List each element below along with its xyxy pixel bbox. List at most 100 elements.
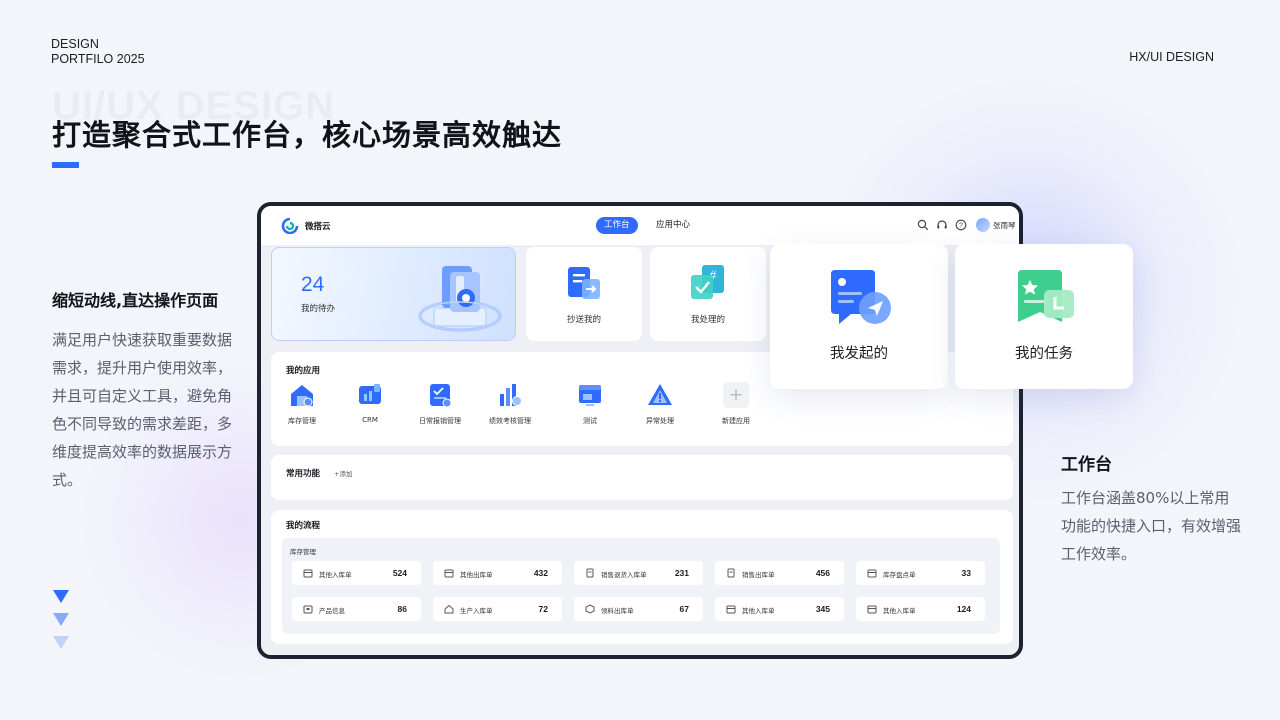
test-screen-icon (579, 385, 601, 406)
stocktake-icon (867, 569, 877, 578)
left-feature-heading: 缩短动线,直达操作页面 (52, 291, 219, 310)
app-create-new[interactable]: + 新建应用 (701, 382, 771, 426)
initiated-by-me-card[interactable]: 我发起的 (770, 244, 948, 389)
flow-item-count: 86 (397, 604, 407, 614)
add-function-link[interactable]: +添加 (334, 468, 352, 478)
crm-icon (359, 384, 381, 404)
send-message-icon (831, 270, 891, 324)
user-name[interactable]: 张雨琴 (993, 220, 1016, 231)
flow-item[interactable]: 其他出库单 432 (433, 561, 562, 585)
flow-item-label: 其他入库单 (319, 571, 352, 579)
logo-icon (281, 218, 299, 234)
todo-illustration-icon (418, 266, 502, 332)
headset-icon[interactable] (936, 219, 948, 231)
common-functions-title: 常用功能 (286, 469, 321, 479)
app-crm[interactable]: CRM (335, 382, 405, 424)
flow-item-count: 345 (815, 604, 830, 614)
flow-item[interactable]: 销售退货入库单 231 (574, 561, 703, 585)
app-inventory[interactable]: 库存管理 (267, 382, 337, 426)
flow-item-count: 72 (538, 604, 548, 614)
flow-item-label: 其他入库单 (742, 607, 775, 615)
warning-icon (648, 384, 672, 405)
avatar[interactable] (976, 218, 990, 232)
search-icon[interactable] (917, 219, 929, 231)
todo-label: 我的待办 (301, 304, 336, 314)
app-reimbursement[interactable]: 日常报销管理 (405, 382, 475, 426)
production-in-icon (444, 604, 454, 614)
app-test[interactable]: 测试 (555, 382, 625, 426)
brand-line-1: DESIGN (51, 37, 99, 51)
flow-item-count: 231 (674, 568, 689, 578)
right-feature-heading: 工作台 (1061, 455, 1112, 475)
app-label: 日常报销管理 (419, 417, 461, 425)
initiated-by-me-label: 我发起的 (830, 346, 888, 362)
flow-item[interactable]: 其他入库单 124 (856, 597, 985, 621)
flow-item-count: 33 (961, 568, 971, 578)
flow-item-count: 67 (679, 604, 689, 614)
flow-item-count: 456 (815, 568, 830, 578)
my-apps-title: 我的应用 (286, 366, 321, 376)
cc-to-me-card[interactable]: 抄送我的 (526, 247, 642, 341)
arrow-down-icon (53, 613, 69, 626)
my-tasks-label: 我的任务 (1015, 346, 1073, 362)
app-label: CRM (362, 416, 378, 424)
app-label: 新建应用 (722, 417, 750, 425)
app-list: 库存管理 CRM 日常报销管理 绩效考核管理 测试 异常处理 + 新建应用 (271, 382, 1013, 432)
warehouse-icon (291, 385, 313, 407)
performance-chart-icon (500, 384, 522, 406)
app-label: 绩效考核管理 (489, 417, 531, 425)
tab-app-center[interactable]: 应用中心 (648, 217, 698, 234)
flow-item-count: 124 (956, 604, 971, 614)
flow-item[interactable]: 产品信息 86 (292, 597, 421, 621)
inbound-icon (303, 569, 313, 578)
flow-item-label: 销售退货入库单 (601, 571, 647, 579)
flow-item-label: 销售出库单 (742, 571, 775, 579)
title-accent-bar (52, 162, 79, 168)
app-label: 异常处理 (646, 417, 674, 425)
flow-item[interactable]: 其他入库单 345 (715, 597, 844, 621)
flow-item[interactable]: 生产入库单 72 (433, 597, 562, 621)
designer-brand: HX/UI DESIGN (1129, 50, 1214, 64)
page-title: 打造聚合式工作台，核心场景高效触达 (52, 118, 563, 152)
tab-workbench[interactable]: 工作台 (596, 217, 638, 234)
processed-check-icon: # (691, 265, 724, 299)
todo-count: 24 (301, 273, 325, 296)
flow-item-label: 领料出库单 (601, 607, 634, 615)
flow-item-label: 其他入库单 (883, 607, 916, 615)
flow-item-label: 生产入库单 (460, 607, 493, 615)
cc-to-me-label: 抄送我的 (566, 315, 601, 325)
flow-group-container: 库存管理 其他入库单 524 其他出库单 432 销售退货入库单 231 销售出… (282, 538, 1000, 634)
inbound-icon (726, 605, 736, 614)
flow-item[interactable]: 库存盘点单 33 (856, 561, 985, 585)
arrow-down-icon (53, 590, 69, 603)
outbound-icon (444, 569, 454, 578)
flow-item[interactable]: 销售出库单 456 (715, 561, 844, 585)
product-info-icon (303, 605, 313, 614)
flow-item-count: 432 (533, 568, 548, 578)
left-feature-description: 满足用户快速获取重要数据需求，提升用户使用效率，并且可自定义工具，避免角色不同导… (52, 331, 233, 489)
processed-by-me-card[interactable]: # 我处理的 (650, 247, 766, 341)
flow-item[interactable]: 其他入库单 524 (292, 561, 421, 585)
my-tasks-card[interactable]: 我的任务 (955, 244, 1133, 389)
app-exception[interactable]: 异常处理 (625, 382, 695, 426)
brand-line-2: PORTFILO 2025 (51, 52, 145, 66)
my-flows-panel: 我的流程 库存管理 其他入库单 524 其他出库单 432 销售退货入库单 23… (271, 510, 1013, 644)
my-flows-title: 我的流程 (286, 521, 321, 531)
return-icon (586, 568, 594, 578)
common-functions-panel: 常用功能 +添加 (271, 455, 1013, 500)
todo-summary-card[interactable]: 24 我的待办 (271, 247, 516, 341)
flow-group-title: 库存管理 (290, 548, 316, 556)
task-star-icon (1018, 270, 1074, 322)
plus-icon: + (723, 382, 749, 408)
inbound-icon (867, 605, 877, 614)
right-feature-description: 工作台涵盖80%以上常用功能的快捷入口，有效增强工作效率。 (1061, 489, 1242, 563)
app-performance[interactable]: 绩效考核管理 (475, 382, 545, 426)
flow-item-label: 其他出库单 (460, 571, 493, 579)
svg-text:?: ? (959, 222, 963, 229)
app-label: 库存管理 (288, 417, 316, 425)
app-label: 测试 (583, 417, 597, 425)
app-logo-text: 微搭云 (305, 222, 331, 232)
help-icon[interactable]: ? (955, 219, 967, 231)
flow-item[interactable]: 领料出库单 67 (574, 597, 703, 621)
arrow-down-icon (53, 636, 69, 649)
